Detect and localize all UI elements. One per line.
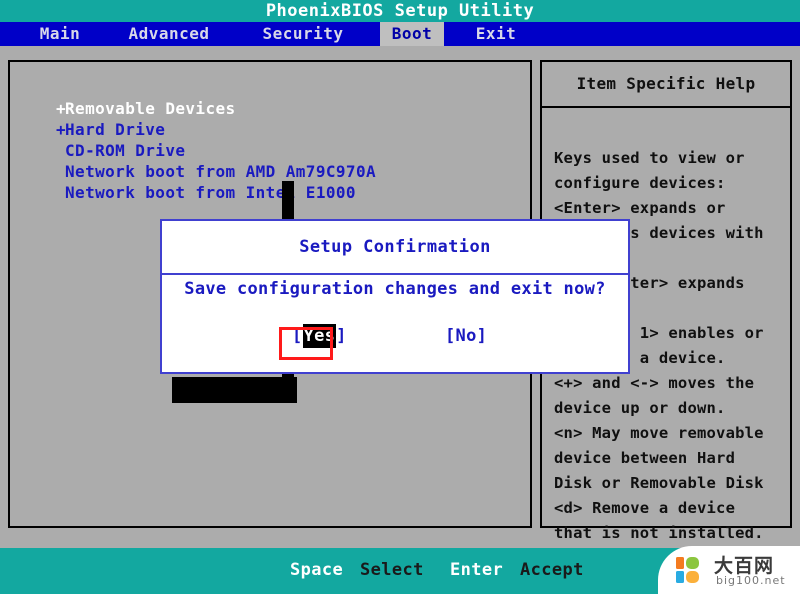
menu-underline-strip: [0, 46, 800, 56]
boot-item-label: Network boot from AMD Am79C970A: [65, 162, 377, 181]
watermark-logo-icon: [676, 557, 699, 583]
boot-item-label: Hard Drive: [65, 120, 166, 139]
expand-marker-icon: +: [56, 120, 67, 139]
window-title: PhoenixBIOS Setup Utility: [0, 0, 800, 22]
dialog-title: Setup Confirmation: [162, 221, 628, 275]
help-text-line: Keys used to view or: [554, 149, 745, 167]
tab-security[interactable]: Security: [248, 22, 358, 46]
help-text-line: device up or down.: [554, 399, 726, 417]
bracket-open: [: [445, 326, 456, 346]
help-text-line: that is not installed.: [554, 524, 764, 542]
boot-list-item-removable-devices[interactable]: +Removable Devices: [56, 98, 526, 119]
action-select: Select: [360, 560, 424, 580]
setup-confirmation-dialog: Setup Confirmation Save configuration ch…: [160, 219, 630, 374]
help-text-line: <Enter> expands or: [554, 199, 726, 217]
expand-marker-icon: +: [56, 99, 67, 118]
tab-boot[interactable]: Boot: [380, 22, 444, 46]
key-hint-enter: Enter: [450, 560, 504, 580]
help-text-line: device between Hard: [554, 449, 736, 467]
menu-bar: Main Advanced Security Boot Exit: [0, 22, 800, 46]
dialog-message: Save configuration changes and exit now?: [184, 279, 606, 299]
help-panel-title: Item Specific Help: [542, 62, 790, 108]
site-watermark: 大百网 big100.net: [648, 546, 800, 594]
no-button[interactable]: [No]: [445, 321, 487, 351]
no-button-label: No: [455, 326, 477, 346]
bracket-close: ]: [476, 326, 488, 346]
bracket-open: [: [292, 326, 303, 346]
dialog-button-row: [Yes] [No]: [162, 321, 628, 361]
boot-list-item-cdrom-drive[interactable]: CD-ROM Drive: [56, 140, 526, 161]
boot-list-item-network-amd[interactable]: Network boot from AMD Am79C970A: [56, 161, 526, 182]
tab-main[interactable]: Main: [22, 22, 98, 46]
yes-button-label: Yes: [302, 324, 337, 348]
bios-setup-screen: PhoenixBIOS Setup Utility Main Advanced …: [0, 0, 800, 594]
help-text-line: <+> and <-> moves the: [554, 374, 755, 392]
help-text-line: configure devices:: [554, 174, 726, 192]
help-text-line: <n> May move removable: [554, 424, 764, 442]
tab-exit[interactable]: Exit: [460, 22, 532, 46]
help-text-line: Disk or Removable Disk: [554, 474, 764, 492]
watermark-site-url: big100.net: [716, 574, 786, 587]
boot-item-label: Removable Devices: [65, 99, 236, 118]
yes-button[interactable]: [Yes]: [292, 321, 347, 351]
boot-item-label: CD-ROM Drive: [65, 141, 186, 160]
boot-list-item-hard-drive[interactable]: +Hard Drive: [56, 119, 526, 140]
bracket-close: ]: [336, 326, 347, 346]
tab-advanced[interactable]: Advanced: [114, 22, 224, 46]
key-hint-space: Space: [290, 560, 344, 580]
boot-item-label: Network boot from Intel E1000: [65, 183, 356, 202]
render-artifact-horizontal: [172, 377, 297, 403]
help-text-line: <d> Remove a device: [554, 499, 736, 517]
action-accept: Accept: [520, 560, 584, 580]
